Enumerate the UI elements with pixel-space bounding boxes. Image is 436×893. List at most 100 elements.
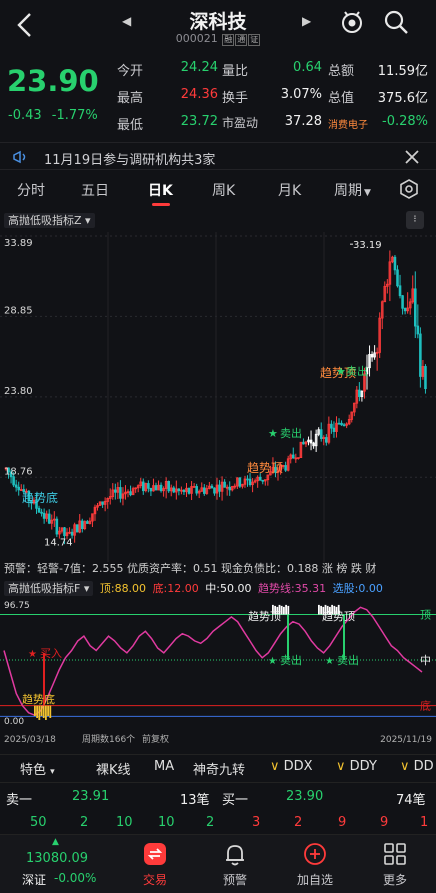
candle-body bbox=[114, 489, 117, 493]
candle-body bbox=[340, 422, 343, 426]
candle-body bbox=[42, 512, 46, 519]
nav-more[interactable]: 更多 bbox=[360, 835, 430, 893]
stock-name: 深科技 bbox=[189, 11, 247, 33]
candle-body bbox=[325, 437, 328, 443]
label-volume-ratio: 量比 bbox=[222, 64, 249, 79]
assistant-icon[interactable] bbox=[339, 9, 365, 35]
tab-period[interactable]: 周期 ▼ bbox=[334, 180, 371, 200]
next-stock-icon[interactable]: ▶ bbox=[302, 14, 311, 28]
tick-volume: 2 bbox=[294, 815, 303, 830]
indicator-grid bbox=[0, 613, 436, 717]
candle-body bbox=[40, 511, 43, 514]
buy-one-qty: 74笔 bbox=[396, 793, 426, 808]
candle-body bbox=[416, 325, 420, 335]
value-low: 23.72 bbox=[180, 114, 218, 129]
indicator-chart[interactable]: 96.750.00顶中底趋势顶 趋势顶★ 卖出 ★ 卖出★ 买入趋势底2025/03/18… bbox=[0, 598, 436, 748]
add-watchlist-label: 加自选 bbox=[296, 873, 333, 887]
bottom-zone-bar bbox=[38, 705, 41, 720]
candle-body bbox=[70, 531, 74, 536]
tab-intraday[interactable]: 分时 bbox=[17, 180, 45, 200]
toolbar-feature[interactable]: 特色 ▾ bbox=[20, 759, 55, 778]
bell-icon bbox=[226, 845, 244, 866]
y-axis-label: 28.85 bbox=[4, 305, 33, 316]
candle-body bbox=[119, 487, 122, 499]
tag-rong: 融 bbox=[222, 34, 235, 46]
chevron-icon: ∨ bbox=[270, 759, 280, 774]
trend-bottom-label: 趋势底 bbox=[22, 692, 55, 706]
candle-body bbox=[218, 484, 221, 492]
main-indicator-name: 高抛低吸指标Z ▾ bbox=[4, 213, 95, 228]
tick-volume: 10 bbox=[116, 815, 133, 830]
main-indicator-selector[interactable]: 高抛低吸指标Z ▾ bbox=[4, 212, 95, 228]
y-axis-label: 18.76 bbox=[4, 466, 33, 477]
tab-weekly-k[interactable]: 周K bbox=[212, 180, 235, 200]
candle-body bbox=[284, 465, 287, 471]
sub-indicator-selector[interactable]: 高抛低吸指标F ▾ bbox=[4, 581, 94, 596]
candle-body bbox=[177, 488, 181, 492]
candle-body bbox=[47, 513, 51, 524]
indicator-menu-icon[interactable]: ⁝ bbox=[406, 211, 424, 229]
alert-label: 预警 bbox=[222, 873, 247, 887]
candle-body bbox=[401, 295, 404, 309]
high-price-label: 33.19 bbox=[353, 240, 382, 251]
value-high: 24.36 bbox=[180, 87, 218, 102]
candle-body bbox=[213, 487, 216, 494]
tab-five-day[interactable]: 五日 bbox=[81, 180, 109, 200]
candle-body bbox=[86, 521, 89, 524]
candlestick-chart[interactable]: 33.8928.8523.8018.7633.1914.74趋势底趋势顶★ 卖出趋… bbox=[0, 232, 436, 577]
candle-body bbox=[248, 478, 252, 486]
top-zone-bar bbox=[287, 605, 290, 615]
nav-trade[interactable]: 交易 bbox=[120, 835, 190, 893]
value-open: 24.24 bbox=[180, 60, 218, 75]
close-icon[interactable] bbox=[404, 149, 420, 165]
candle-body bbox=[37, 507, 41, 513]
toolbar-ddy[interactable]: ∨ DDY bbox=[336, 759, 377, 774]
buy-star: ★ bbox=[28, 649, 37, 660]
toolbar-ddx[interactable]: ∨ DDX bbox=[270, 759, 313, 774]
ddx-label: DDX bbox=[283, 759, 313, 774]
candle-body bbox=[330, 423, 333, 429]
top-marker: 顶 bbox=[420, 608, 431, 621]
nav-alert[interactable]: 预警 bbox=[200, 835, 270, 893]
mid-marker: 中 bbox=[420, 654, 431, 667]
candle-body bbox=[291, 454, 295, 459]
search-icon[interactable] bbox=[383, 9, 409, 35]
top-bar: ◀ 深科技 ▶ 000021 融通证 bbox=[0, 0, 436, 52]
candle-body bbox=[337, 422, 341, 425]
tab-monthly-k[interactable]: 月K bbox=[278, 180, 301, 200]
indicator-labels: 96.750.00顶中底趋势顶 趋势顶★ 卖出 ★ 卖出★ 买入趋势底2025/03/18… bbox=[4, 601, 432, 745]
megaphone-icon bbox=[13, 150, 26, 164]
index-widget[interactable]: ▲ 13080.09 深证 -0.00% bbox=[0, 835, 118, 893]
nav-add-watchlist[interactable]: 加自选 bbox=[280, 835, 350, 893]
bottom-zone-bar bbox=[36, 705, 38, 718]
tick-volume: 2 bbox=[80, 815, 89, 830]
candle-body bbox=[393, 256, 397, 271]
buy-label: 买入 bbox=[40, 647, 62, 660]
bottom-line-value: 底:12.00 bbox=[152, 582, 199, 595]
trade-label: 交易 bbox=[142, 873, 167, 887]
value-turnover-amount: 11.59亿 bbox=[377, 64, 428, 79]
tick-volume: 50 bbox=[30, 815, 47, 830]
chevron-icon: ∨ bbox=[400, 759, 410, 774]
toolbar-dd[interactable]: ∨ DD bbox=[400, 759, 434, 774]
index-value: 13080.09 bbox=[26, 851, 89, 866]
sell-one-price: 23.91 bbox=[72, 789, 110, 804]
sell-label: 卖出 bbox=[337, 653, 359, 667]
settings-icon[interactable] bbox=[398, 178, 420, 200]
candle-body bbox=[342, 424, 346, 427]
sector-name[interactable]: 消费电子 bbox=[328, 116, 368, 131]
sub-indicator-label: 高抛低吸指标F bbox=[8, 582, 81, 595]
candle-body bbox=[210, 485, 214, 489]
trade-icon bbox=[144, 843, 166, 865]
y-axis-label: 23.80 bbox=[4, 386, 33, 397]
tick-volume: 9 bbox=[338, 815, 347, 830]
toolbar-ma[interactable]: MA bbox=[154, 759, 174, 774]
tab-daily-k[interactable]: 日K bbox=[148, 180, 173, 200]
dd-label: DD bbox=[413, 759, 434, 774]
top-zone-bar bbox=[318, 604, 320, 615]
candle-body bbox=[17, 486, 21, 491]
toolbar-magic-nine[interactable]: 神奇九转 bbox=[193, 759, 245, 778]
toolbar-bare-k[interactable]: 裸K线 bbox=[96, 759, 131, 778]
notice-text: 11月19日参与调研机构共3家 bbox=[44, 153, 216, 168]
research-notice-bar[interactable]: 11月19日参与调研机构共3家 bbox=[0, 142, 436, 170]
